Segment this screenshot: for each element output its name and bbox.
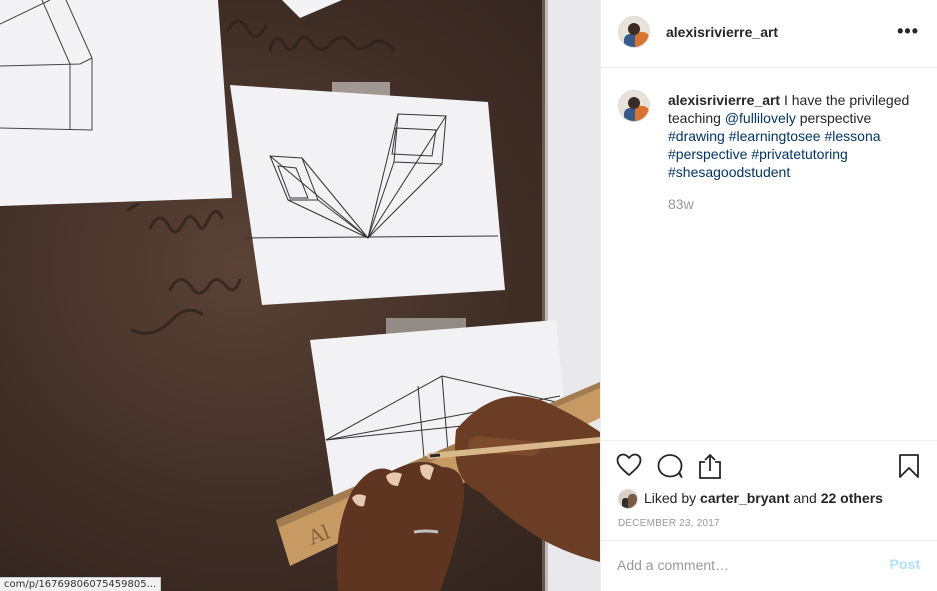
- bookmark-icon[interactable]: [898, 453, 920, 479]
- likes-summary: Liked by carter_bryant and 22 others: [618, 488, 883, 510]
- caption-timestamp[interactable]: 83w: [668, 196, 694, 212]
- post-actions: Liked by carter_bryant and 22 others DEC…: [601, 440, 937, 540]
- caption-text-part: perspective: [795, 110, 872, 126]
- photo-illustration: Al: [0, 0, 600, 591]
- hashtag-link[interactable]: #perspective: [668, 146, 747, 162]
- author-avatar[interactable]: [618, 16, 650, 48]
- status-bar-url: com/p/16769806075459805...: [0, 577, 162, 591]
- more-horizontal-icon[interactable]: •••: [897, 22, 919, 40]
- post-comment-button[interactable]: Post: [890, 556, 920, 572]
- liker-avatar[interactable]: [618, 489, 638, 510]
- comment-icon[interactable]: [656, 453, 684, 479]
- heart-icon[interactable]: [616, 453, 642, 477]
- hashtag-link[interactable]: #privatetutoring: [751, 146, 848, 162]
- liker-username[interactable]: carter_bryant: [700, 490, 790, 506]
- likes-prefix: Liked by: [644, 490, 701, 506]
- caption-text: alexisrivierre_art I have the privileged…: [668, 91, 918, 181]
- hashtag-link[interactable]: #shesagoodstudent: [668, 164, 790, 180]
- caption-avatar[interactable]: [618, 90, 650, 122]
- post-date[interactable]: DECEMBER 23, 2017: [618, 518, 720, 529]
- caption-mention[interactable]: @fullilovely: [725, 110, 796, 126]
- hashtag-link[interactable]: #learningtosee: [729, 128, 821, 144]
- comment-input[interactable]: [617, 555, 877, 575]
- post-sidebar: alexisrivierre_art ••• alexisrivierre_ar…: [600, 0, 937, 591]
- comment-box: Post: [601, 540, 937, 591]
- post-caption: alexisrivierre_art I have the privileged…: [601, 68, 937, 440]
- likes-others-link[interactable]: 22 others: [821, 490, 883, 506]
- author-username[interactable]: alexisrivierre_art: [666, 24, 778, 40]
- post-photo[interactable]: Al com/p/16769806075459805...: [0, 0, 600, 591]
- share-icon[interactable]: [697, 452, 723, 480]
- hashtag-link[interactable]: #drawing: [668, 128, 725, 144]
- likes-middle: and: [789, 490, 821, 506]
- hashtag-link[interactable]: #lessona: [824, 128, 880, 144]
- post-header: alexisrivierre_art •••: [601, 0, 937, 68]
- caption-username[interactable]: alexisrivierre_art: [668, 92, 780, 108]
